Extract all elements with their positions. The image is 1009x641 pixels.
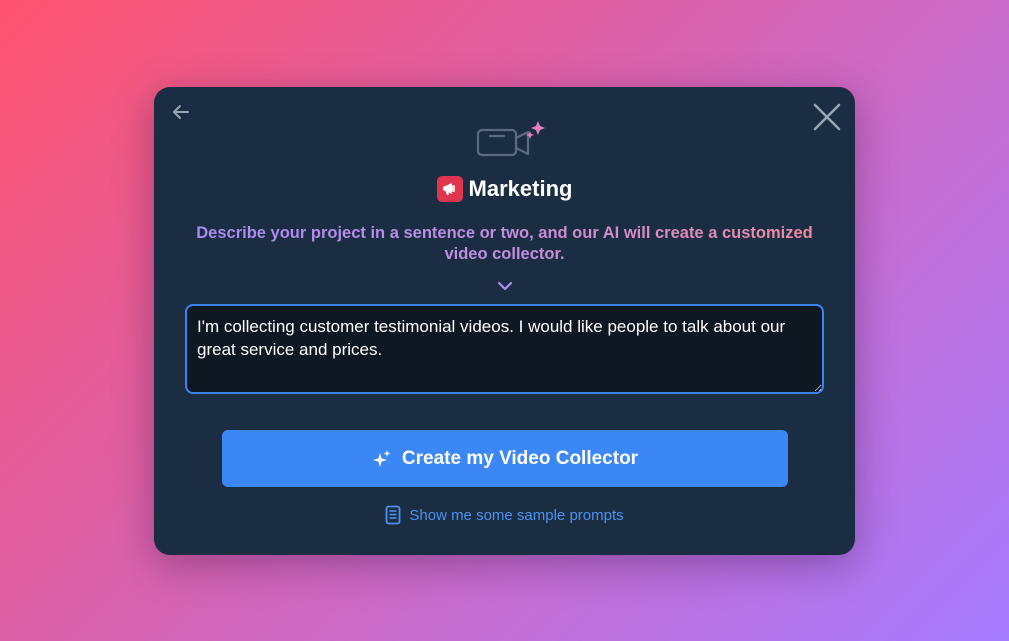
create-video-collector-button[interactable]: Create my Video Collector — [222, 430, 788, 487]
sample-prompts-label: Show me some sample prompts — [409, 506, 624, 524]
modal-title-row: Marketing — [154, 176, 855, 202]
video-collector-modal: Marketing Describe your project in a sen… — [154, 87, 855, 555]
chevron-down-icon — [496, 279, 514, 291]
create-button-label: Create my Video Collector — [401, 447, 639, 469]
modal-description: Describe your project in a sentence or t… — [194, 223, 815, 265]
close-button[interactable] — [811, 101, 843, 133]
back-button[interactable] — [170, 101, 192, 123]
close-icon — [813, 103, 841, 131]
sparkles-icon — [372, 449, 391, 467]
video-camera-sparkles-icon — [476, 119, 548, 159]
sample-prompts-link[interactable]: Show me some sample prompts — [154, 505, 855, 525]
back-arrow-icon — [173, 105, 189, 119]
project-description-input[interactable]: I'm collecting customer testimonial vide… — [185, 304, 824, 394]
megaphone-icon — [436, 176, 463, 202]
modal-title: Marketing — [468, 176, 573, 201]
document-icon — [385, 505, 401, 525]
